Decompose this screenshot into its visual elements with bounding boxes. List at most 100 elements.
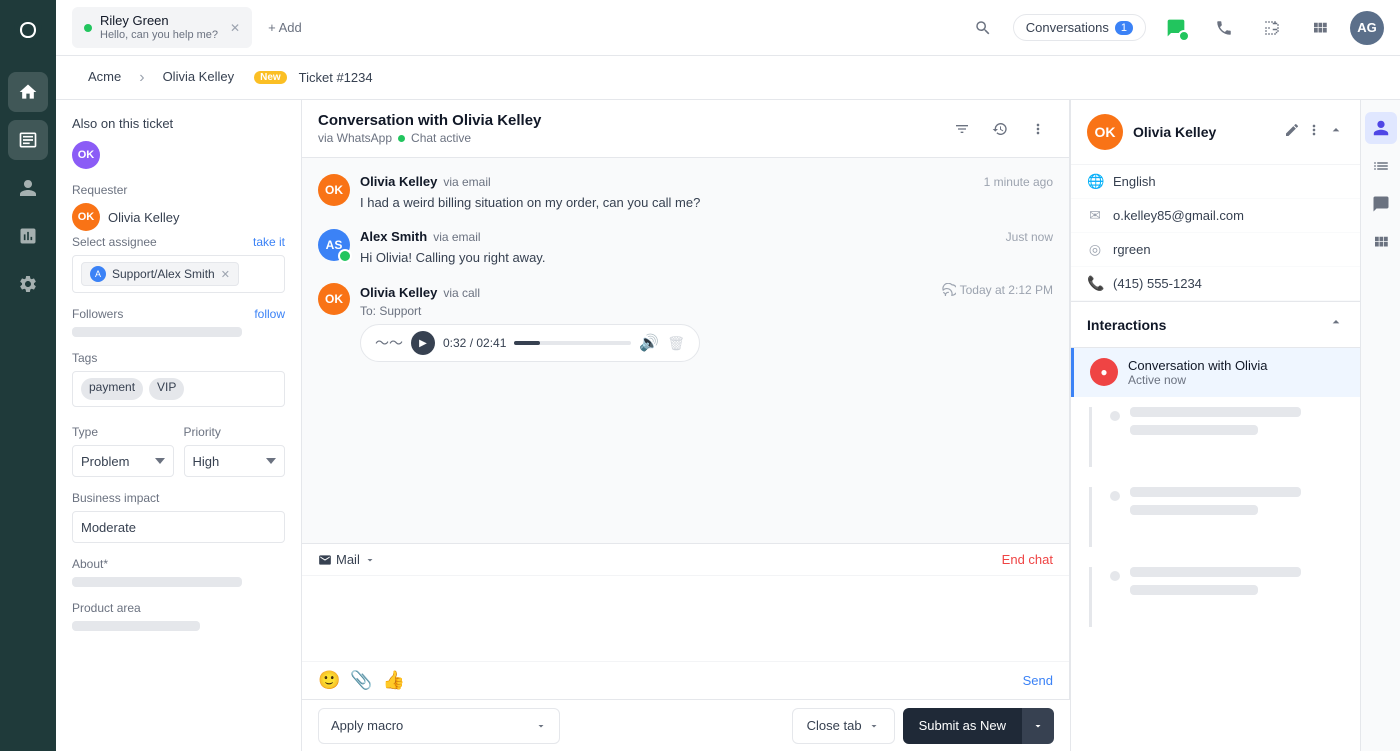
reply-area: Mail End chat 🙂 📎 👍	[302, 543, 1069, 699]
message-3: OK Olivia Kelley via call Today at 2:12 …	[318, 283, 1053, 362]
reply-footer: 🙂 📎 👍 Send	[302, 661, 1069, 699]
phone-info-icon: 📞	[1087, 275, 1103, 292]
msg-avatar-alex: AS	[318, 229, 350, 261]
email-icon: ✉	[1087, 207, 1103, 224]
channel-select[interactable]: Mail	[318, 552, 376, 567]
sidebar-icon-reports[interactable]	[8, 216, 48, 256]
requester-row: OK Olivia Kelley	[72, 203, 285, 231]
priority-label: Priority	[184, 425, 286, 439]
grid-icon-button[interactable]	[1302, 10, 1338, 46]
skeleton-dot-2	[1110, 491, 1120, 501]
reply-input[interactable]	[302, 576, 1069, 656]
tab-close-icon[interactable]: ✕	[230, 21, 240, 35]
interaction-subtitle: Active now	[1128, 373, 1267, 387]
agent-status-indicator	[338, 249, 352, 263]
history-icon-button[interactable]	[985, 114, 1015, 144]
customer-phone: (415) 555-1234	[1113, 276, 1202, 291]
add-button[interactable]: + Add	[256, 14, 314, 41]
volume-icon[interactable]: 🔊	[639, 333, 659, 353]
zendesk-logo[interactable]	[10, 12, 46, 48]
conversations-badge[interactable]: Conversations 1	[1013, 14, 1146, 41]
tags-label: Tags	[72, 351, 285, 365]
requester-avatar: OK	[72, 203, 100, 231]
submit-button[interactable]: Submit as New	[903, 708, 1022, 744]
msg-avatar-olivia-2: OK	[318, 283, 350, 315]
user-avatar-button[interactable]: AG	[1350, 11, 1384, 45]
filter-icon-button[interactable]	[947, 114, 977, 144]
chat-via: via WhatsApp	[318, 131, 392, 145]
active-tab[interactable]: Riley Green Hello, can you help me? ✕	[72, 7, 252, 48]
content-columns: Also on this ticket OK Requester OK Oliv…	[56, 100, 1400, 751]
sidebar-nav	[0, 0, 56, 751]
submit-dropdown-button[interactable]	[1022, 708, 1054, 744]
right-sidebar-grid-icon[interactable]	[1365, 226, 1397, 258]
left-panel: Also on this ticket OK Requester OK Oliv…	[56, 100, 302, 751]
take-it-link[interactable]: take it	[253, 235, 285, 249]
wavy-icon: 〜〜	[375, 333, 403, 353]
skeleton-dot-1	[1110, 411, 1120, 421]
edit-customer-icon[interactable]	[1284, 122, 1300, 143]
assignee-label: Select assignee	[72, 235, 157, 249]
msg-name-3: Olivia Kelley	[360, 285, 437, 300]
top-bar: Riley Green Hello, can you help me? ✕ + …	[56, 0, 1400, 56]
customer-username: rgreen	[1113, 242, 1151, 257]
msg-via-3: via call	[443, 286, 480, 300]
sidebar-icon-tickets[interactable]	[8, 120, 48, 160]
attachment-button[interactable]: 📎	[350, 670, 372, 691]
sidebar-icon-home[interactable]	[8, 72, 48, 112]
tab-status-dot	[84, 24, 92, 32]
bottom-bar: Apply macro Close tab Submit as New	[302, 699, 1070, 751]
chat-header: Conversation with Olivia Kelley via What…	[302, 100, 1069, 158]
breadcrumb-acme[interactable]: Acme	[72, 61, 137, 94]
collapse-customer-icon[interactable]	[1328, 122, 1344, 143]
collapse-interactions-icon[interactable]	[1328, 314, 1344, 335]
assignee-remove-icon[interactable]: ✕	[221, 268, 230, 281]
product-area-skeleton	[72, 621, 200, 631]
ticket-new-badge: New	[254, 71, 287, 84]
channel-label: Mail	[336, 552, 360, 567]
priority-select[interactable]: High Low Normal Urgent	[184, 445, 286, 477]
sidebar-icon-settings[interactable]	[8, 264, 48, 304]
apply-macro-select[interactable]: Apply macro	[318, 708, 560, 744]
follow-link[interactable]: follow	[254, 307, 285, 321]
thumbsup-button[interactable]: 👍	[383, 670, 405, 691]
sidebar-icon-contacts[interactable]	[8, 168, 48, 208]
skeleton-interaction-1	[1071, 397, 1360, 477]
chat-title: Conversation with Olivia Kelley	[318, 112, 541, 129]
more-customer-icon[interactable]	[1306, 122, 1322, 143]
interactions-header: Interactions	[1071, 301, 1360, 348]
emoji-button[interactable]: 🙂	[318, 670, 340, 691]
customer-language-item: 🌐 English	[1071, 165, 1360, 199]
interaction-line-2	[1089, 487, 1092, 547]
skeleton-interaction-3	[1071, 557, 1360, 637]
right-sidebar-chat-icon[interactable]	[1365, 188, 1397, 220]
end-chat-button[interactable]: End chat	[1002, 552, 1053, 567]
msg-time-2: Just now	[1006, 230, 1053, 244]
top-bar-icons: Conversations 1 AG	[965, 10, 1384, 46]
send-button[interactable]: Send	[1023, 673, 1053, 688]
audio-time: 0:32 / 02:41	[443, 336, 506, 350]
delete-audio-icon[interactable]: 🗑	[667, 335, 685, 352]
type-select[interactable]: Problem Incident Question Task	[72, 445, 174, 477]
right-sidebar-user-icon[interactable]	[1365, 112, 1397, 144]
followers-label: Followers	[72, 307, 123, 321]
msg-time-1: 1 minute ago	[984, 175, 1053, 189]
audio-progress-bar[interactable]	[514, 341, 631, 345]
play-button[interactable]: ▶	[411, 331, 435, 355]
search-button[interactable]	[965, 10, 1001, 46]
chat-icon-button[interactable]	[1158, 10, 1194, 46]
interaction-item-active[interactable]: ● Conversation with Olivia Active now	[1071, 348, 1360, 397]
about-skeleton	[72, 577, 242, 587]
widget-icon-button[interactable]	[1254, 10, 1290, 46]
assignee-tag: A Support/Alex Smith ✕	[81, 262, 239, 286]
business-impact-input[interactable]	[72, 511, 285, 543]
right-sidebar-list-icon[interactable]	[1365, 150, 1397, 182]
close-tab-button[interactable]: Close tab	[792, 708, 895, 744]
msg-via-2: via email	[433, 230, 480, 244]
phone-icon-button[interactable]	[1206, 10, 1242, 46]
customer-email: o.kelley85@gmail.com	[1113, 208, 1244, 223]
more-options-icon-button[interactable]	[1023, 114, 1053, 144]
breadcrumb-olivia[interactable]: Olivia Kelley	[147, 61, 251, 94]
followers-skeleton	[72, 327, 242, 337]
product-area-label: Product area	[72, 601, 285, 615]
